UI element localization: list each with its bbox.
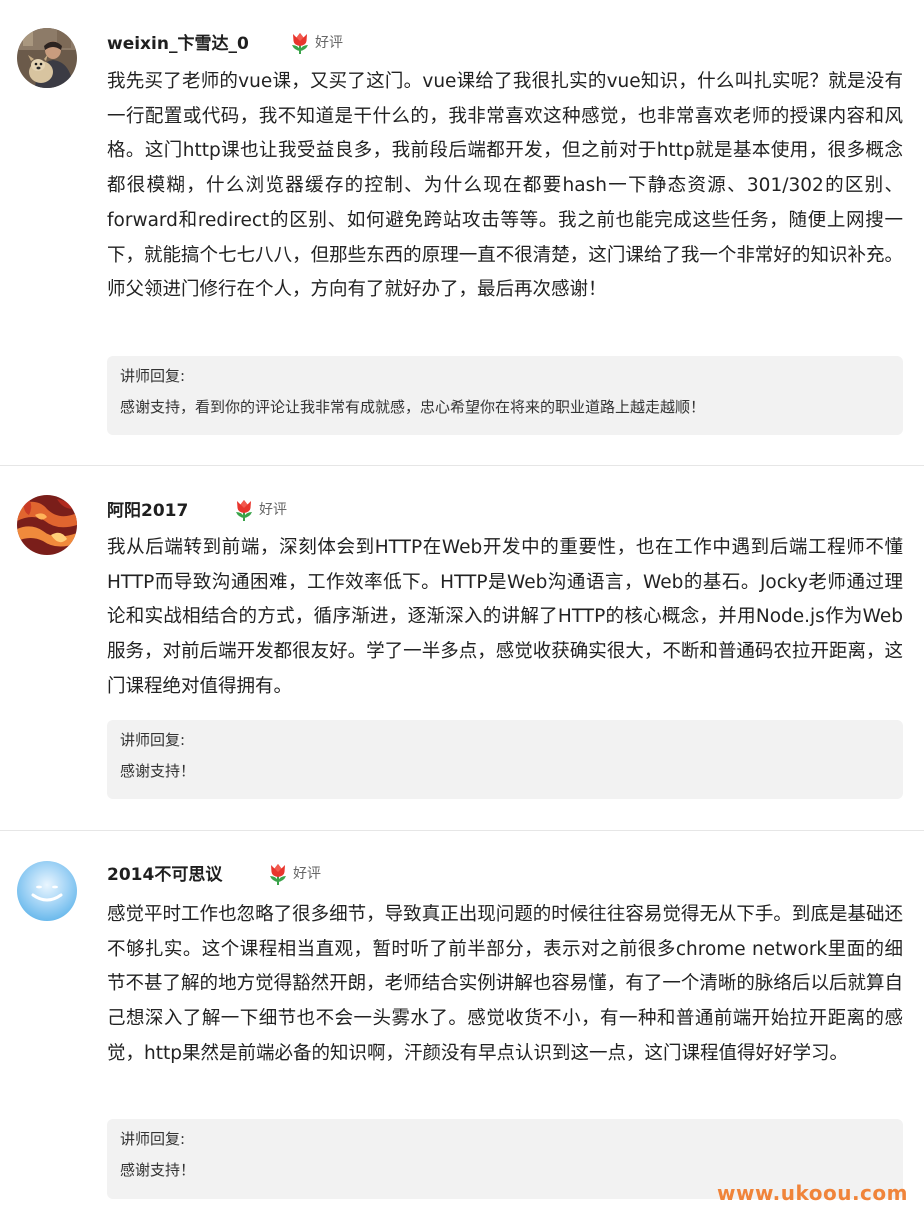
rating-label: 好评 xyxy=(259,502,287,518)
tulip-icon xyxy=(267,862,289,886)
tulip-icon xyxy=(289,31,311,55)
avatar[interactable] xyxy=(17,495,77,555)
rating: 好评 xyxy=(289,31,343,55)
rating: 好评 xyxy=(267,862,321,886)
review-content: 我先买了老师的vue课，又买了这门。vue课给了我很扎实的vue知识，什么叫扎实… xyxy=(107,71,903,301)
username[interactable]: 阿阳2017 xyxy=(107,499,188,523)
rating: 好评 xyxy=(233,498,287,522)
reply-title: 讲师回复: xyxy=(120,1130,186,1148)
rating-label: 好评 xyxy=(315,35,343,51)
username[interactable]: 2014不可思议 xyxy=(107,863,222,887)
review-content: 感觉平时工作也忽略了很多细节，导致真正出现问题的时候往往容易觉得无从下手。到底是… xyxy=(107,904,903,1064)
reply-text: 感谢支持，看到你的评论让我非常有成就感，忠心希望你在将来的职业道路上越走越顺！ xyxy=(120,398,706,416)
reply-title: 讲师回复: xyxy=(120,367,186,385)
reply-title: 讲师回复: xyxy=(120,731,186,749)
person-with-dog-avatar-icon xyxy=(17,28,77,88)
rating-label: 好评 xyxy=(293,866,321,882)
reply-text: 感谢支持！ xyxy=(120,1161,196,1179)
blue-sky-avatar-icon xyxy=(17,861,77,921)
review-item: 2014不可思议 好评 感觉平时工作也忽略了很多细节，导致真正出现问题的时候往往… xyxy=(0,831,924,1216)
review-item: weixin_卞雪达_0 好评 我先买了老师的vue课，又买了这门。vue课给了… xyxy=(0,0,924,466)
teacher-reply: 讲师回复: 感谢支持！ xyxy=(107,720,903,799)
avatar[interactable] xyxy=(17,28,77,88)
teacher-reply: 讲师回复: 感谢支持，看到你的评论让我非常有成就感，忠心希望你在将来的职业道路上… xyxy=(107,356,903,435)
abstract-red-avatar-icon xyxy=(17,495,77,555)
review-list: weixin_卞雪达_0 好评 我先买了老师的vue课，又买了这门。vue课给了… xyxy=(0,0,924,1216)
site-watermark: www.ukoou.com xyxy=(716,1181,908,1205)
reply-text: 感谢支持！ xyxy=(120,762,196,780)
review-content: 我从后端转到前端，深刻体会到HTTP在Web开发中的重要性，也在工作中遇到后端工… xyxy=(107,537,903,697)
tulip-icon xyxy=(233,498,255,522)
username[interactable]: weixin_卞雪达_0 xyxy=(107,32,249,56)
avatar[interactable] xyxy=(17,861,77,921)
review-item: 阿阳2017 好评 我从后端转到前端，深刻体会到HTTP在Web开发中的重要性，… xyxy=(0,466,924,831)
